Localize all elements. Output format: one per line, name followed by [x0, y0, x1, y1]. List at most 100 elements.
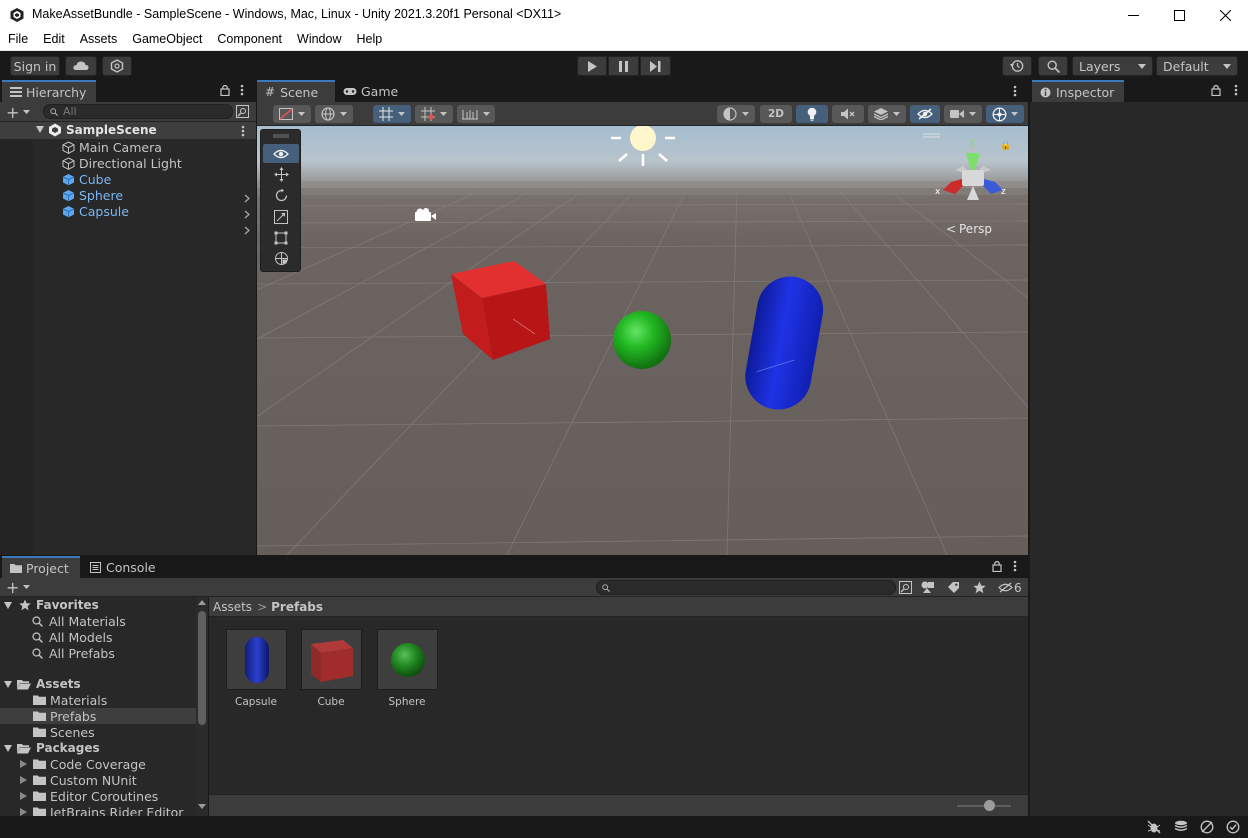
more-menu-icon[interactable]	[1013, 85, 1017, 97]
breadcrumb-current[interactable]: Prefabs	[271, 600, 323, 614]
sphere-object[interactable]	[613, 311, 671, 369]
hierarchy-item-capsule[interactable]: Capsule	[62, 203, 129, 219]
collab-button[interactable]	[102, 56, 132, 76]
search-filter-icon[interactable]	[236, 105, 249, 118]
layers-dropdown[interactable]: Layers	[1072, 56, 1153, 76]
tab-project[interactable]: Project	[2, 556, 80, 578]
hierarchy-item-cube[interactable]: Cube	[62, 171, 111, 187]
grid-snapping-dropdown[interactable]	[415, 105, 453, 123]
draw-shading-dropdown[interactable]	[717, 105, 755, 123]
favorite-all-prefabs[interactable]: All Prefabs	[32, 645, 115, 661]
lock-icon[interactable]	[220, 84, 230, 96]
folder-materials[interactable]: Materials	[33, 692, 107, 708]
collapsed-arrow-icon[interactable]	[20, 760, 27, 768]
chevron-right-icon[interactable]	[244, 226, 250, 235]
expand-arrow-icon[interactable]	[36, 126, 44, 133]
expand-arrow-icon[interactable]	[4, 680, 12, 688]
package-editor-coroutines[interactable]: Editor Coroutines	[20, 788, 158, 804]
folder-scenes[interactable]: Scenes	[33, 724, 95, 740]
search-filter-icon[interactable]	[899, 581, 912, 594]
view-tool-button[interactable]	[263, 144, 299, 163]
cache-server-icon[interactable]	[1174, 820, 1188, 834]
global-local-dropdown[interactable]	[315, 105, 353, 123]
hierarchy-item-sphere[interactable]: Sphere	[62, 187, 123, 203]
asset-item-sphere[interactable]: Sphere	[377, 629, 445, 708]
filter-by-type-icon[interactable]	[921, 581, 935, 594]
effects-dropdown[interactable]	[868, 105, 906, 123]
scene-visibility-toggle[interactable]	[910, 105, 940, 123]
expand-arrow-icon[interactable]	[4, 744, 12, 752]
tab-console[interactable]: Console	[82, 556, 162, 578]
tab-hierarchy[interactable]: Hierarchy	[2, 80, 96, 102]
chevron-right-icon[interactable]	[244, 210, 250, 219]
project-search-input[interactable]	[596, 580, 896, 595]
rect-tool-button[interactable]	[263, 228, 299, 247]
scroll-up-icon[interactable]	[198, 600, 206, 605]
play-button[interactable]	[577, 56, 607, 76]
sign-in-button[interactable]: Sign in	[10, 56, 60, 76]
pause-button[interactable]	[608, 56, 639, 76]
more-menu-icon[interactable]	[1234, 84, 1238, 96]
menu-edit[interactable]: Edit	[35, 30, 72, 50]
asset-item-capsule[interactable]: Capsule	[226, 629, 294, 708]
hierarchy-item-main-camera[interactable]: Main Camera	[62, 139, 162, 155]
hierarchy-item-directional-light[interactable]: Directional Light	[62, 155, 182, 171]
lock-icon[interactable]	[992, 560, 1002, 572]
assets-header[interactable]: Assets	[4, 676, 81, 692]
icon-size-slider-thumb[interactable]	[984, 800, 995, 811]
menu-help[interactable]: Help	[348, 30, 389, 50]
minimize-button[interactable]	[1110, 0, 1156, 30]
layout-dropdown[interactable]: Default	[1156, 56, 1238, 76]
more-menu-icon[interactable]	[240, 84, 244, 96]
create-button[interactable]: +	[6, 103, 32, 122]
favorite-all-materials[interactable]: All Materials	[32, 613, 126, 629]
lock-icon[interactable]	[1211, 84, 1221, 96]
search-button[interactable]	[1038, 56, 1068, 76]
folder-prefabs[interactable]: Prefabs	[33, 708, 96, 724]
asset-item-cube[interactable]: Cube	[301, 629, 369, 708]
move-tool-button[interactable]	[263, 165, 299, 184]
menu-gameobject[interactable]: GameObject	[124, 30, 209, 50]
more-menu-icon[interactable]	[1013, 560, 1017, 572]
transform-tool-button[interactable]	[263, 249, 299, 268]
tab-inspector[interactable]: Inspector	[1032, 80, 1124, 102]
tab-game[interactable]: Game	[335, 80, 405, 102]
draw-mode-dropdown[interactable]	[273, 105, 311, 123]
favorite-all-models[interactable]: All Models	[32, 629, 113, 645]
cloud-button[interactable]	[65, 56, 97, 76]
scene-viewport[interactable]: 🔒 y x z < Persp	[257, 126, 1028, 555]
hidden-packages-toggle[interactable]: 6	[998, 580, 1022, 595]
package-custom-nunit[interactable]: Custom NUnit	[20, 772, 137, 788]
mode-2d-toggle[interactable]: 2D	[760, 105, 792, 123]
bug-icon[interactable]	[1147, 820, 1161, 834]
package-jetbrains-rider[interactable]: JetBrains Rider Editor	[20, 804, 183, 816]
package-code-coverage[interactable]: Code Coverage	[20, 756, 146, 772]
progress-icon[interactable]	[1200, 820, 1214, 834]
tree-scrollbar[interactable]	[196, 597, 208, 816]
packages-header[interactable]: Packages	[4, 740, 100, 756]
menu-window[interactable]: Window	[289, 30, 348, 50]
scroll-down-icon[interactable]	[198, 804, 206, 809]
menu-component[interactable]: Component	[209, 30, 289, 50]
step-button[interactable]	[640, 56, 671, 76]
collapsed-arrow-icon[interactable]	[20, 808, 27, 816]
undo-history-button[interactable]	[1002, 56, 1032, 76]
scale-tool-button[interactable]	[263, 207, 299, 226]
scene-row[interactable]: SampleScene	[0, 122, 256, 139]
favorites-header[interactable]: Favorites	[4, 597, 99, 613]
scrollbar-thumb[interactable]	[198, 611, 206, 725]
create-asset-button[interactable]: +	[6, 578, 32, 597]
checkmark-circle-icon[interactable]	[1226, 820, 1240, 834]
audio-toggle[interactable]	[832, 105, 864, 123]
close-button[interactable]	[1202, 0, 1248, 30]
lighting-toggle[interactable]	[796, 105, 828, 123]
more-menu-icon[interactable]	[241, 125, 245, 137]
chevron-right-icon[interactable]	[244, 194, 250, 203]
menu-assets[interactable]: Assets	[72, 30, 125, 50]
collapsed-arrow-icon[interactable]	[20, 776, 27, 784]
tab-scene[interactable]: # Scene	[257, 80, 335, 102]
label-tag-icon[interactable]	[947, 581, 960, 594]
maximize-button[interactable]	[1156, 0, 1202, 30]
menu-file[interactable]: File	[0, 30, 35, 50]
gizmos-dropdown[interactable]	[986, 105, 1024, 123]
